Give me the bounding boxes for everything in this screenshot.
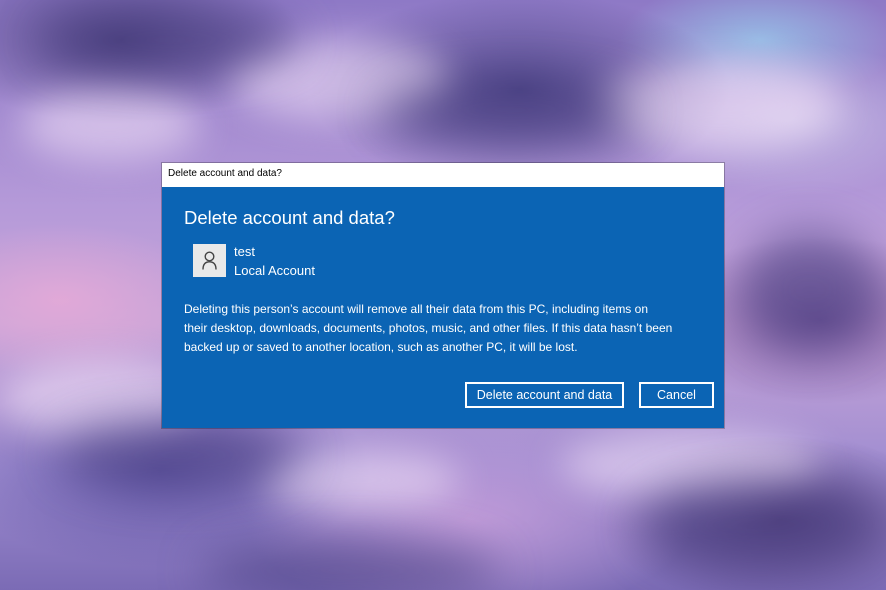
warning-message: Deleting this person’s account will remo… bbox=[184, 300, 714, 357]
delete-account-dialog: Delete account and data? Delete account … bbox=[162, 163, 724, 428]
user-account-type: Local Account bbox=[234, 263, 315, 278]
message-line: their desktop, downloads, documents, pho… bbox=[184, 321, 673, 335]
message-line: backed up or saved to another location, … bbox=[184, 340, 578, 354]
message-line: Deleting this person’s account will remo… bbox=[184, 302, 648, 316]
dialog-heading: Delete account and data? bbox=[184, 207, 395, 228]
cancel-button[interactable]: Cancel bbox=[639, 382, 714, 408]
dialog-titlebar[interactable]: Delete account and data? bbox=[162, 163, 724, 187]
window-title: Delete account and data? bbox=[168, 168, 282, 179]
delete-account-button[interactable]: Delete account and data bbox=[465, 382, 624, 408]
user-avatar bbox=[193, 244, 226, 277]
user-name: test bbox=[234, 244, 255, 259]
user-icon bbox=[202, 251, 217, 270]
